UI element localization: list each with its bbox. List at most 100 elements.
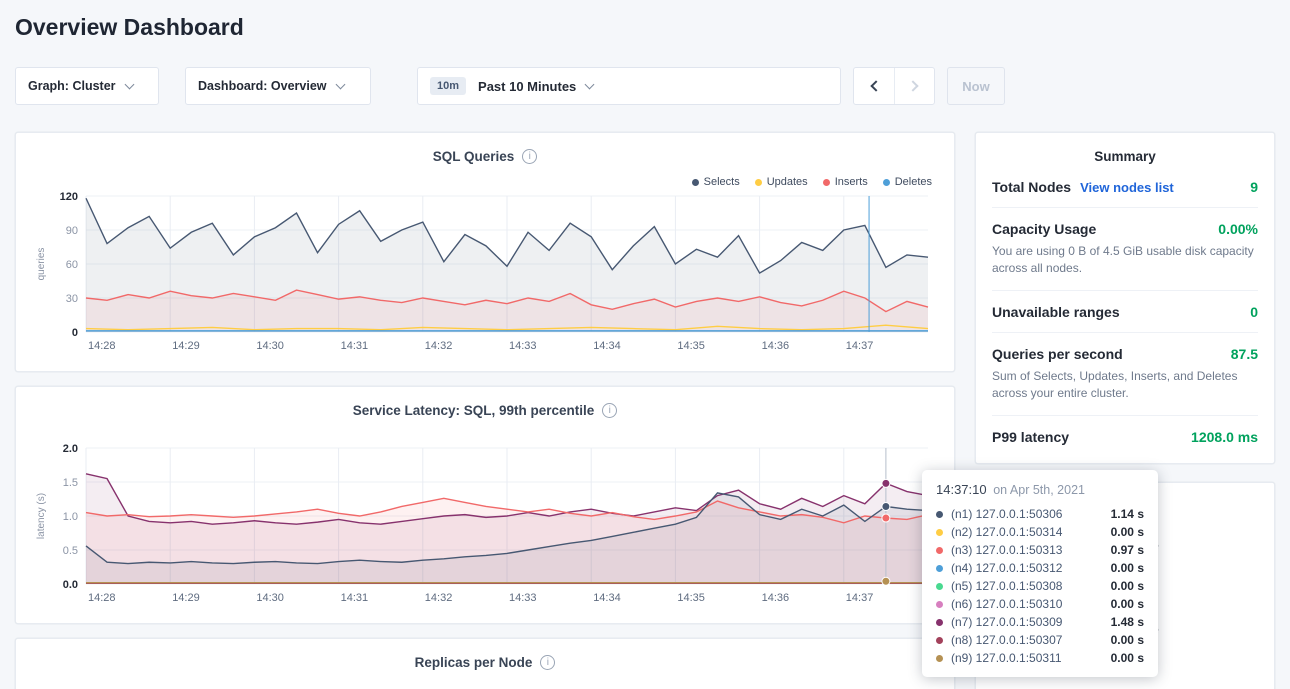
svg-text:queries: queries bbox=[36, 248, 47, 281]
chevron-down-icon bbox=[585, 79, 595, 89]
summary-row-top: Unavailable ranges 0 bbox=[992, 304, 1258, 320]
tooltip-row: (n8) 127.0.0.1:50307 0.00 s bbox=[936, 631, 1144, 649]
summary-row-label: Queries per second bbox=[992, 346, 1123, 362]
tooltip-row-label: (n6) 127.0.0.1:50310 bbox=[951, 597, 1062, 611]
info-icon[interactable]: i bbox=[602, 403, 617, 418]
series-dot-icon bbox=[936, 529, 943, 536]
summary-row-value: 0 bbox=[1250, 304, 1258, 320]
svg-text:14:34: 14:34 bbox=[593, 592, 621, 604]
summary-row-label: Unavailable ranges bbox=[992, 304, 1120, 320]
svg-text:14:31: 14:31 bbox=[341, 340, 369, 352]
summary-row-desc: You are using 0 B of 4.5 GiB usable disk… bbox=[992, 243, 1258, 278]
chevron-down-icon bbox=[124, 79, 134, 89]
summary-row-label: Total Nodes bbox=[992, 179, 1071, 195]
graph-dropdown-label: Graph: Cluster bbox=[28, 79, 116, 93]
svg-text:120: 120 bbox=[60, 191, 78, 203]
summary-row-top: Capacity Usage 0.00% bbox=[992, 221, 1258, 237]
svg-text:1.5: 1.5 bbox=[63, 477, 78, 489]
summary-row: P99 latency 1208.0 ms bbox=[992, 416, 1258, 457]
chevron-left-icon bbox=[870, 80, 881, 91]
tooltip-row-label: (n9) 127.0.0.1:50311 bbox=[951, 651, 1062, 665]
tooltip-row-value: 1.14 s bbox=[1111, 507, 1144, 521]
previous-timeframe-button[interactable] bbox=[854, 68, 894, 104]
tooltip-row: (n2) 127.0.0.1:503140.00 s bbox=[936, 523, 1144, 541]
svg-text:14:30: 14:30 bbox=[256, 340, 284, 352]
chart-title-row: Service Latency: SQL, 99th percentile i bbox=[32, 401, 938, 420]
tooltip-time: 14:37:10 bbox=[936, 482, 987, 497]
tooltip-row: (n7) 127.0.0.1:503091.48 s bbox=[936, 613, 1144, 631]
summary-row-label: P99 latency bbox=[992, 429, 1069, 445]
view-nodes-list-link[interactable]: View nodes list bbox=[1080, 180, 1174, 195]
chevron-right-icon bbox=[907, 80, 918, 91]
summary-row-value: 0.00% bbox=[1218, 221, 1258, 237]
summary-row-top: Queries per second87.5 bbox=[992, 346, 1258, 362]
tooltip-row-label: (n5) 127.0.0.1:50308 bbox=[951, 579, 1062, 593]
tooltip-row: (n5) 127.0.0.1:503080.00 s bbox=[936, 577, 1144, 595]
tooltip-row-label: (n1) 127.0.0.1:50306 bbox=[951, 507, 1062, 521]
now-button[interactable]: Now bbox=[947, 67, 1005, 105]
dashboard-dropdown[interactable]: Dashboard: Overview bbox=[185, 67, 371, 105]
series-dot-icon bbox=[936, 601, 943, 608]
page-title: Overview Dashboard bbox=[15, 14, 244, 41]
chart-hover-tooltip: 14:37:10 on Apr 5th, 2021 (n1) 127.0.0.1… bbox=[922, 470, 1158, 677]
tooltip-row-value: 1.48 s bbox=[1111, 615, 1144, 629]
series-dot-icon bbox=[936, 583, 943, 590]
tooltip-row-value: 0.97 s bbox=[1111, 543, 1144, 557]
summary-rows: Total Nodes View nodes list 9 Capacity Usag… bbox=[992, 166, 1258, 457]
tooltip-row: (n4) 127.0.0.1:503120.00 s bbox=[936, 559, 1144, 577]
svg-text:14:32: 14:32 bbox=[425, 340, 453, 352]
tooltip-row-label: (n3) 127.0.0.1:50313 bbox=[951, 543, 1062, 557]
svg-text:14:32: 14:32 bbox=[425, 592, 453, 604]
summary-row-top: Total Nodes View nodes list 9 bbox=[992, 179, 1258, 195]
time-range-dropdown[interactable]: 10m Past 10 Minutes bbox=[417, 67, 841, 105]
tooltip-row-label: (n8) 127.0.0.1:50307 bbox=[951, 633, 1062, 647]
summary-row: Unavailable ranges 0 bbox=[992, 291, 1258, 333]
legend-label: Updates bbox=[767, 176, 808, 188]
next-timeframe-button[interactable] bbox=[894, 68, 934, 104]
svg-text:14:28: 14:28 bbox=[88, 592, 116, 604]
dashboard-dropdown-label: Dashboard: Overview bbox=[198, 79, 327, 93]
series-dot-icon bbox=[936, 619, 943, 626]
legend-item-selects[interactable]: Selects bbox=[692, 174, 740, 190]
toolbar: Graph: Cluster Dashboard: Overview 10m P… bbox=[15, 67, 1275, 105]
sql-queries-legend: Selects Updates Inserts Deletes bbox=[32, 174, 932, 190]
svg-text:14:29: 14:29 bbox=[172, 592, 200, 604]
charts-column: SQL Queries i SelectsUpdatesInsertsDelet… bbox=[15, 132, 955, 689]
info-icon[interactable]: i bbox=[522, 149, 537, 164]
legend-item-updates[interactable]: Updates bbox=[755, 174, 808, 190]
svg-text:90: 90 bbox=[66, 225, 78, 237]
series-dot-icon bbox=[936, 547, 943, 554]
summary-row-value: 9 bbox=[1250, 179, 1258, 195]
legend-item-inserts[interactable]: Inserts bbox=[823, 174, 868, 190]
legend-dot-icon bbox=[755, 179, 762, 186]
svg-text:0.0: 0.0 bbox=[63, 579, 78, 591]
svg-text:1.0: 1.0 bbox=[63, 511, 78, 523]
tooltip-row-value: 0.00 s bbox=[1111, 561, 1144, 575]
tooltip-rows: (n1) 127.0.0.1:50306 1.14 s (n2) 127.0.0.1… bbox=[936, 505, 1144, 667]
service-latency-chart[interactable]: 0.00.51.01.52.014:2814:2914:3014:3114:32… bbox=[32, 442, 938, 610]
svg-text:14:28: 14:28 bbox=[88, 340, 116, 352]
tooltip-row-value: 0.00 s bbox=[1111, 633, 1144, 647]
svg-text:14:37: 14:37 bbox=[846, 340, 874, 352]
replicas-per-node-card: Replicas per Node i bbox=[15, 638, 955, 689]
summary-panel: Summary Total NodesView nodes list9Capac… bbox=[975, 132, 1275, 464]
series-dot-icon bbox=[936, 655, 943, 662]
time-step-buttons bbox=[853, 67, 935, 105]
tooltip-header: 14:37:10 on Apr 5th, 2021 bbox=[936, 482, 1144, 497]
svg-text:14:33: 14:33 bbox=[509, 592, 537, 604]
svg-text:14:34: 14:34 bbox=[593, 340, 621, 352]
sql-queries-chart[interactable]: 030609012014:2814:2914:3014:3114:3214:33… bbox=[32, 190, 938, 358]
info-icon[interactable]: i bbox=[540, 655, 555, 670]
graph-dropdown[interactable]: Graph: Cluster bbox=[15, 67, 159, 105]
legend-label: Inserts bbox=[835, 176, 868, 188]
summary-row: Total Nodes View nodes list 9 bbox=[992, 166, 1258, 208]
svg-text:14:36: 14:36 bbox=[762, 340, 790, 352]
legend-dot-icon bbox=[883, 179, 890, 186]
legend-label: Selects bbox=[704, 176, 740, 188]
legend-item-deletes[interactable]: Deletes bbox=[883, 174, 932, 190]
summary-row-label: Capacity Usage bbox=[992, 221, 1096, 237]
tooltip-row-value: 0.00 s bbox=[1111, 525, 1144, 539]
replicas-chart-title: Replicas per Node bbox=[415, 655, 533, 670]
summary-row-value: 1208.0 ms bbox=[1191, 429, 1258, 445]
svg-text:14:33: 14:33 bbox=[509, 340, 537, 352]
